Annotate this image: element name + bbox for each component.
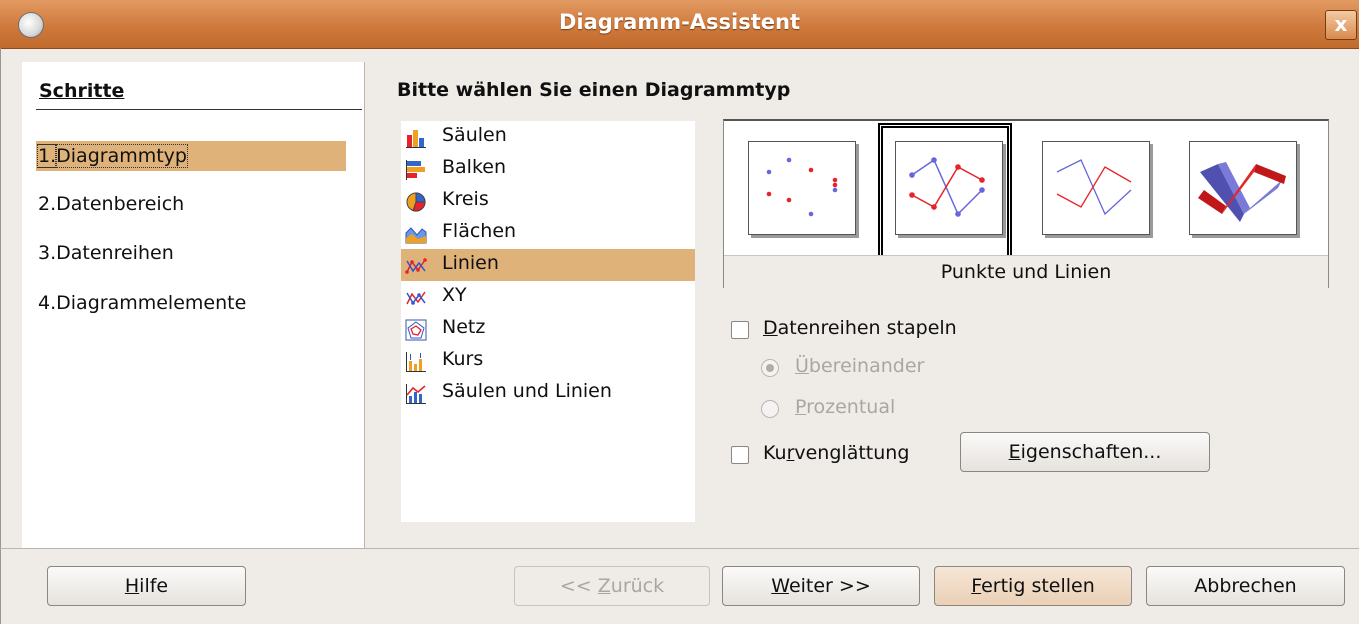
list-item-label: Säulen [442, 124, 507, 146]
properties-button[interactable]: Eigenschaften... [960, 432, 1210, 472]
close-button[interactable]: x [1325, 10, 1357, 40]
area-chart-icon [405, 227, 427, 244]
list-item-flaechen[interactable]: Flächen [401, 217, 695, 249]
window-title: Diagramm-Assistent [558, 10, 801, 34]
column-line-chart-icon [406, 384, 426, 404]
step-number: 4. [38, 292, 57, 314]
stack-uebereinander-radio[interactable] [761, 359, 779, 377]
variant-caption-bar: Punkte und Linien [724, 255, 1328, 288]
step-label: Diagrammtyp [55, 144, 188, 168]
step-diagrammtyp[interactable]: 1.Diagrammtyp [36, 141, 346, 171]
bar-chart-icon [406, 160, 425, 180]
variant-lines-only[interactable] [1042, 141, 1150, 235]
list-item-label: Linien [442, 252, 499, 274]
step-label: Diagrammelemente [56, 292, 247, 314]
stock-chart-icon [406, 352, 426, 372]
stack-uebereinander-label[interactable]: Übereinander [795, 355, 924, 377]
step-label: Datenbereich [56, 193, 185, 215]
smooth-lines-label[interactable]: Kurvenglättung [763, 442, 909, 464]
cancel-button[interactable]: Abbrechen [1146, 566, 1345, 606]
chart-variant-selector: Punkte und Linien [723, 119, 1329, 288]
list-item-linien[interactable]: Linien [401, 249, 695, 281]
help-button[interactable]: Hilfe [47, 566, 246, 606]
step-number: 1. [36, 144, 58, 168]
pie-chart-icon [406, 192, 426, 212]
list-item-label: Kurs [442, 348, 484, 370]
steps-panel: Schritte 1.Diagrammtyp 2.Datenbereich 3.… [22, 62, 364, 548]
step-number: 3. [38, 242, 57, 264]
smooth-lines-checkbox[interactable] [731, 446, 749, 464]
net-chart-icon [405, 319, 427, 341]
list-item-label: XY [442, 284, 467, 306]
variant-3d-lines[interactable] [1189, 141, 1297, 235]
list-item-label: Flächen [442, 220, 517, 242]
stack-series-label[interactable]: Datenreihen stapeln [763, 317, 957, 339]
page-heading: Bitte wählen Sie einen Diagrammtyp [397, 79, 791, 101]
back-button[interactable]: << Zurück [514, 566, 710, 606]
chart-type-list[interactable]: Säulen Balken Kreis Flächen Linien XY Ne… [401, 121, 695, 522]
xy-chart-icon [406, 291, 426, 305]
step-label: Datenreihen [56, 242, 174, 264]
next-button[interactable]: Weiter >> [722, 566, 920, 606]
column-chart-icon [406, 130, 426, 148]
line-chart-icon [405, 258, 427, 274]
step-datenreihen[interactable]: 3.Datenreihen [36, 238, 346, 268]
variant-points-only[interactable] [748, 141, 856, 235]
3d-lines-preview-icon [1198, 162, 1286, 222]
step-diagrammelemente[interactable]: 4.Diagrammelemente [36, 288, 346, 318]
list-item-label: Netz [442, 316, 486, 338]
list-item-netz[interactable]: Netz [401, 313, 695, 345]
list-item-kurs[interactable]: Kurs [401, 345, 695, 377]
list-item-balken[interactable]: Balken [401, 153, 695, 185]
points-only-preview-icon [766, 157, 838, 217]
list-item-saeulen[interactable]: Säulen [401, 121, 695, 153]
finish-button[interactable]: Fertig stellen [934, 566, 1132, 606]
list-item-label: Balken [442, 156, 507, 178]
button-bar-divider [0, 548, 1359, 549]
stack-prozentual-label[interactable]: Prozentual [795, 396, 895, 418]
panel-divider [364, 62, 365, 548]
variant-caption: Punkte und Linien [940, 261, 1112, 283]
step-number: 2. [38, 193, 57, 215]
steps-title: Schritte [39, 80, 125, 102]
stack-prozentual-radio[interactable] [761, 400, 779, 418]
list-item-saeulen-und-linien[interactable]: Säulen und Linien [401, 377, 695, 409]
title-bar: Diagramm-Assistent x [0, 0, 1359, 49]
list-item-xy[interactable]: XY [401, 281, 695, 313]
steps-divider [36, 109, 362, 110]
list-item-label: Kreis [442, 188, 489, 210]
window-border [0, 48, 1, 624]
list-item-label: Säulen und Linien [442, 380, 612, 402]
stack-series-checkbox[interactable] [731, 321, 749, 339]
step-datenbereich[interactable]: 2.Datenbereich [36, 189, 346, 219]
list-item-kreis[interactable]: Kreis [401, 185, 695, 217]
lines-only-preview-icon [1056, 159, 1132, 216]
selected-variant-frame [878, 123, 1012, 260]
